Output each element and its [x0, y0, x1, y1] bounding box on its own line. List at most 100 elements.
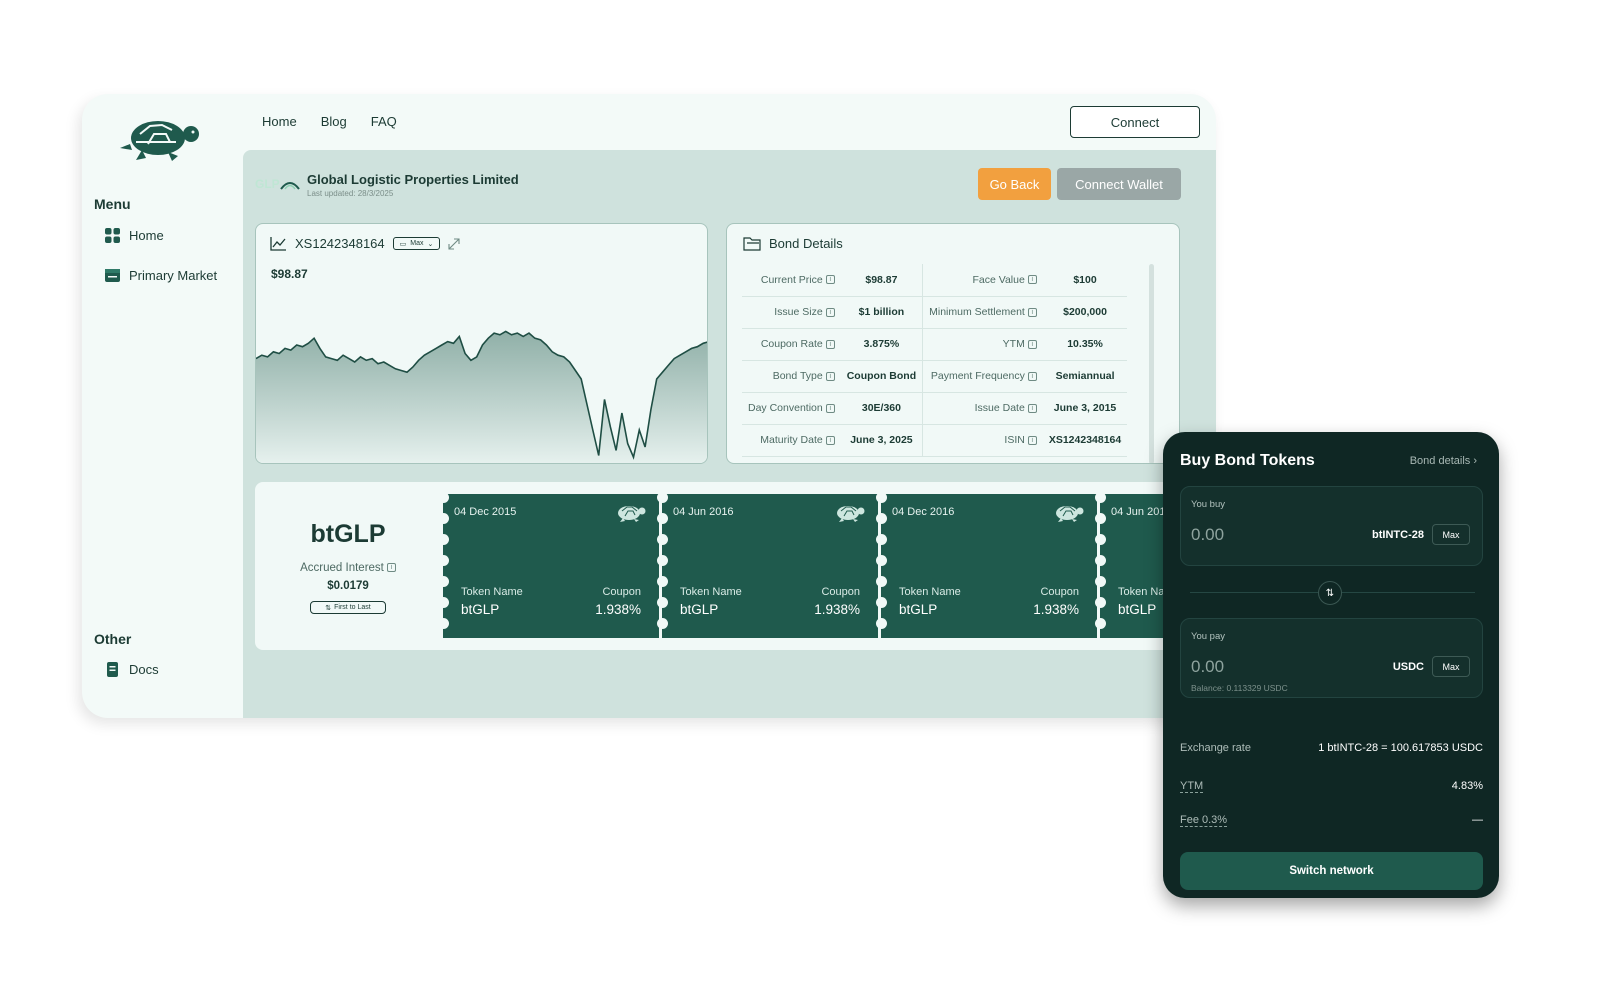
fee-label: Fee 0.3%: [1180, 814, 1228, 827]
coupon-ticket[interactable]: 04 Dec 2016 Token Name Coupon btGLP 1.938%: [881, 494, 1097, 638]
info-icon[interactable]: i: [1027, 339, 1037, 349]
token-symbol: btGLP: [310, 520, 386, 548]
buy-bond-panel: Buy Bond Tokens Bond details › You buy b…: [1163, 432, 1499, 898]
detail-label: Maturity Date i: [742, 424, 841, 457]
detail-label: YTM i: [922, 328, 1043, 361]
exchange-rate-row: Exchange rate 1 btINTC-28 = 100.617853 U…: [1180, 742, 1483, 754]
ticket-date: 04 Jun 2016: [673, 506, 734, 518]
you-pay-label: You pay: [1191, 631, 1225, 642]
main-content: GLP Global Logistic Properties Limited L…: [243, 150, 1216, 718]
info-icon[interactable]: i: [825, 435, 835, 445]
bond-details-table: Current Price i $98.87 Face Value i $100 Issue…: [742, 264, 1128, 457]
chart-header: XS1242348164 ▭ Max ⌄: [270, 236, 460, 251]
detail-value: 30E/360: [840, 392, 924, 425]
detail-value-text: June 3, 2015: [1053, 402, 1117, 414]
sidebar-item-home[interactable]: Home: [104, 227, 164, 244]
menu-heading: Menu: [94, 196, 131, 212]
detail-value: 3.875%: [840, 328, 924, 361]
info-icon[interactable]: i: [825, 403, 835, 413]
expand-icon[interactable]: [448, 237, 460, 250]
detail-label: Issue Date i: [922, 392, 1043, 425]
buy-title: Buy Bond Tokens: [1180, 452, 1315, 469]
sidebar-item-label: Primary Market: [129, 268, 218, 283]
detail-value-text: Coupon Bond: [846, 370, 917, 382]
sidebar-item-docs[interactable]: Docs: [104, 661, 159, 678]
detail-value-text: XS1242348164: [1048, 434, 1122, 446]
go-back-button[interactable]: Go Back: [978, 168, 1051, 200]
detail-value-text: 30E/360: [861, 402, 901, 414]
fee-value: —: [1472, 814, 1483, 826]
sidebar-item-label: Home: [129, 228, 164, 243]
ticket-perforation: [1095, 492, 1106, 639]
store-icon: [105, 269, 120, 282]
price-area: [256, 331, 707, 463]
info-icon[interactable]: i: [1027, 275, 1037, 285]
nav-home[interactable]: Home: [262, 114, 297, 129]
nav-blog[interactable]: Blog: [321, 114, 347, 129]
details-row: Coupon Rate i 3.875% YTM i 10.35%: [742, 328, 1128, 361]
turtle-logo-icon[interactable]: [118, 112, 202, 162]
chevron-right-icon: ›: [1473, 455, 1477, 467]
detail-value-text: June 3, 2025: [850, 434, 913, 446]
detail-value-text: $200,000: [1063, 306, 1107, 318]
range-select[interactable]: ▭ Max ⌄: [392, 237, 441, 250]
info-icon[interactable]: i: [825, 275, 835, 285]
detail-label: Face Value i: [922, 264, 1043, 297]
arc-icon: [280, 182, 300, 190]
sidebar-item-primary-market[interactable]: Primary Market: [104, 267, 217, 284]
detail-label-text: Day Convention: [748, 402, 823, 414]
coupon-ticket[interactable]: 04 Jun 2016 Token Name Coupon btGLP 1.938%: [662, 494, 878, 638]
detail-value: Coupon Bond: [840, 360, 924, 393]
ticket-perforation: [657, 492, 668, 639]
info-icon[interactable]: i: [825, 307, 835, 317]
token-name-label: Token Name: [899, 586, 961, 598]
details-scrollbar[interactable]: [1149, 264, 1154, 463]
accrued-interest-value: $0.0179: [327, 580, 369, 592]
detail-value: Semiannual: [1042, 360, 1128, 393]
ticket-date: 04 Dec 2016: [892, 506, 955, 518]
detail-value: XS1242348164: [1042, 424, 1128, 457]
buy-max-button[interactable]: Max: [1432, 524, 1470, 545]
info-icon[interactable]: i: [1027, 371, 1037, 381]
buy-amount-input[interactable]: [1191, 525, 1341, 545]
bond-details-link-text: Bond details: [1409, 455, 1471, 467]
info-icon[interactable]: i: [825, 371, 835, 381]
sort-order-label: First to Last: [334, 604, 371, 611]
info-icon[interactable]: i: [825, 339, 835, 349]
info-icon[interactable]: i: [1027, 307, 1037, 317]
detail-label: Payment Frequency i: [922, 360, 1043, 393]
detail-label: ISIN i: [922, 424, 1043, 457]
app-window: Menu Home Primary Market Other Docs Home…: [82, 94, 1216, 718]
nav-faq[interactable]: FAQ: [371, 114, 397, 129]
price-chart: [256, 330, 707, 463]
token-name: btGLP: [1118, 602, 1157, 617]
sort-order-button[interactable]: ⇅ First to Last: [310, 601, 386, 614]
detail-label-text: YTM: [1002, 338, 1025, 350]
coupon-label: Coupon: [602, 586, 641, 598]
detail-label: Minimum Settlement i: [922, 296, 1043, 329]
sort-icon: ⇅: [325, 604, 332, 612]
info-icon[interactable]: i: [1027, 435, 1037, 445]
accrued-interest-text: Accrued Interest: [300, 562, 384, 574]
detail-value-text: $98.87: [865, 273, 898, 286]
pay-max-button[interactable]: Max: [1432, 656, 1470, 677]
detail-label-text: Issue Size: [774, 306, 823, 318]
pay-token-symbol: USDC: [1392, 661, 1424, 673]
coupon-ticket[interactable]: 04 Dec 2015 Token Name Coupon btGLP 1.938%: [443, 494, 659, 638]
detail-label: Issue Size i: [742, 296, 841, 329]
detail-value-text: 10.35%: [1067, 338, 1103, 350]
connect-wallet-button[interactable]: Connect Wallet: [1057, 168, 1181, 200]
token-name: btGLP: [461, 602, 500, 617]
detail-label: Bond Type i: [742, 360, 841, 393]
bond-details-link[interactable]: Bond details ›: [1410, 455, 1477, 467]
swap-icon[interactable]: ⇅: [1318, 581, 1342, 605]
connect-button[interactable]: Connect: [1070, 106, 1200, 138]
info-icon[interactable]: i: [1027, 403, 1037, 413]
sidebar-item-label: Docs: [129, 662, 159, 677]
switch-network-button[interactable]: Switch network: [1180, 852, 1483, 890]
info-icon[interactable]: i: [386, 563, 396, 573]
detail-label-text: ISIN: [1004, 434, 1025, 446]
coupon-value: 1.938%: [595, 602, 641, 617]
pay-amount-input[interactable]: [1191, 657, 1341, 677]
detail-value: $200,000: [1042, 296, 1128, 329]
